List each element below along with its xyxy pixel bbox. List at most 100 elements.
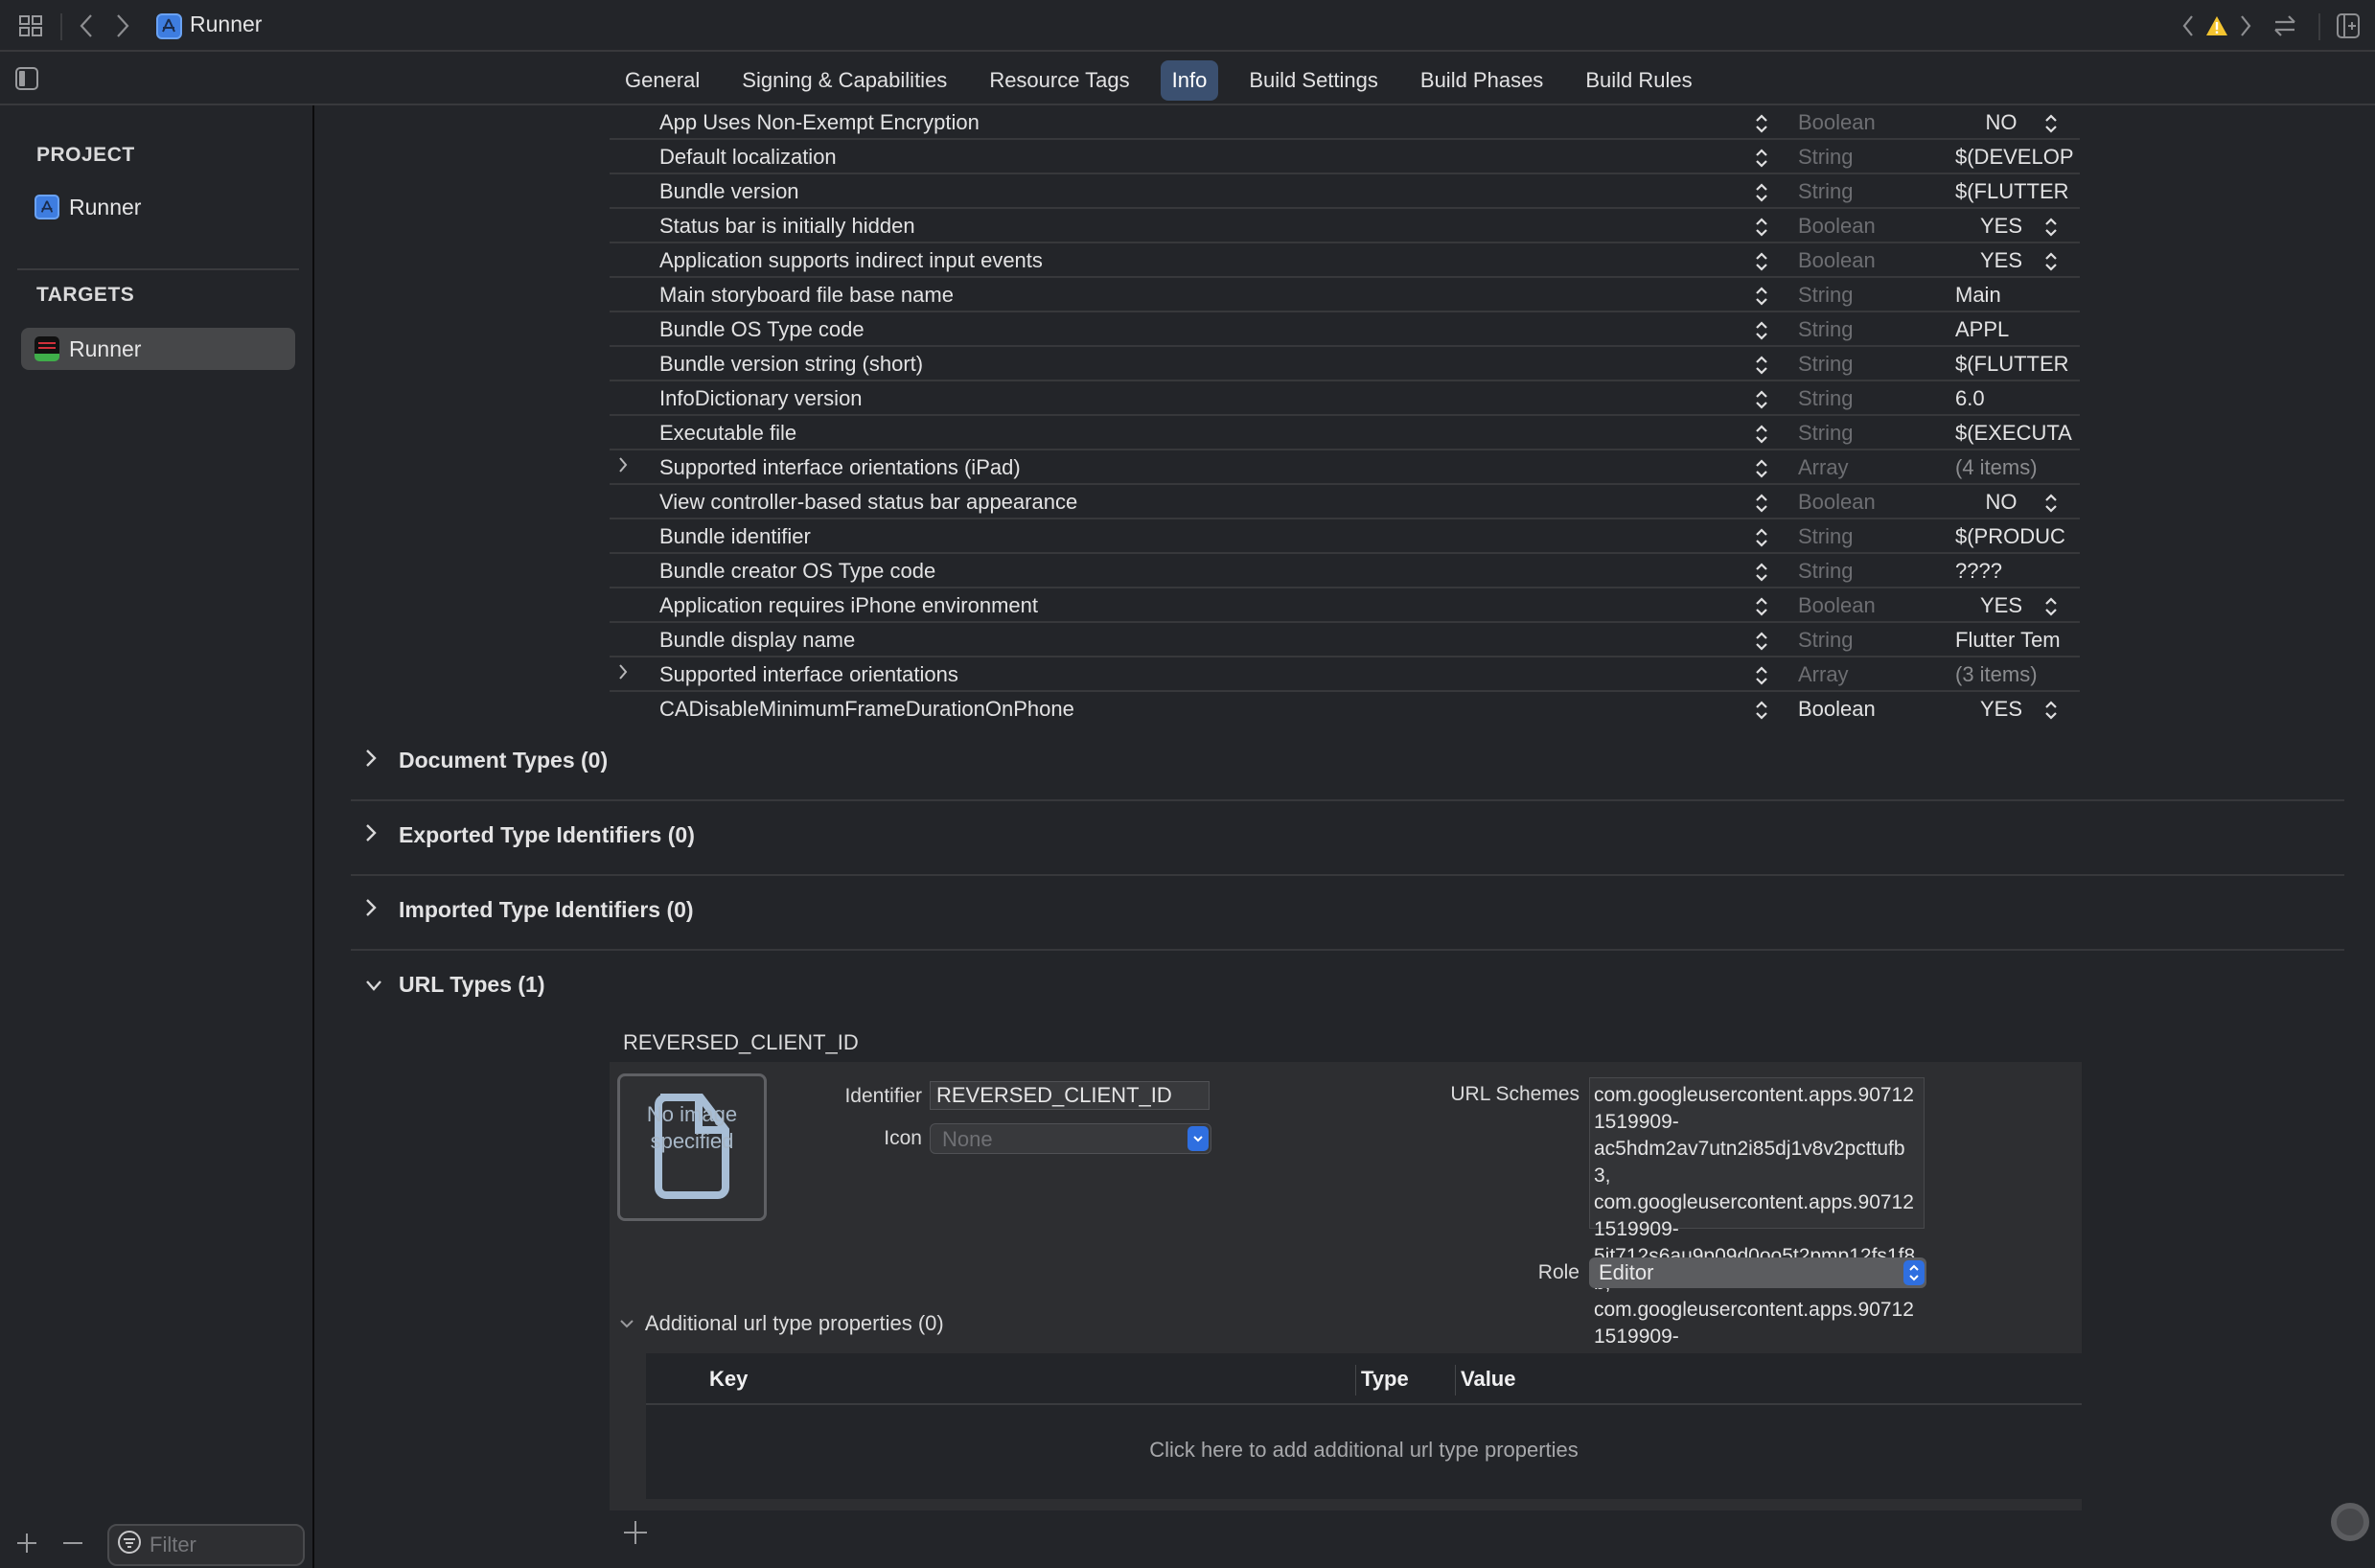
sidebar-toggle-icon[interactable] (12, 54, 42, 104)
plist-value[interactable]: $(PRODUC (1955, 524, 2076, 549)
plist-value[interactable]: $(EXECUTA (1955, 421, 2076, 446)
plist-value[interactable]: YES (1972, 214, 2030, 239)
key-popup-stepper-icon[interactable] (1754, 422, 1773, 447)
plist-key[interactable]: Bundle identifier (659, 524, 811, 549)
plist-value[interactable]: 6.0 (1955, 386, 2076, 411)
plist-value[interactable]: APPL (1955, 317, 2076, 342)
plist-key[interactable]: Default localization (659, 145, 837, 170)
plist-key[interactable]: Executable file (659, 421, 796, 446)
plist-value[interactable]: $(FLUTTER (1955, 179, 2076, 204)
section-document-types[interactable]: Document Types (0) (351, 726, 2344, 801)
tab-build-phases[interactable]: Build Phases (1409, 60, 1555, 101)
plist-value[interactable]: YES (1972, 697, 2030, 722)
key-popup-stepper-icon[interactable] (1754, 111, 1773, 136)
plist-key[interactable]: Bundle version (659, 179, 799, 204)
plist-key[interactable]: Bundle version string (short) (659, 352, 923, 377)
section-imported-type-identifiers[interactable]: Imported Type Identifiers (0) (351, 876, 2344, 951)
section-url-types[interactable]: URL Types (1) (351, 951, 2344, 1026)
key-popup-stepper-icon[interactable] (1754, 249, 1773, 274)
column-value[interactable]: Value (1461, 1367, 1515, 1392)
plist-type[interactable]: String (1798, 628, 1853, 653)
chevron-right-icon[interactable] (617, 661, 636, 688)
chevron-down-icon[interactable] (1188, 1126, 1209, 1151)
tab-build-settings[interactable]: Build Settings (1237, 60, 1390, 101)
plist-row[interactable]: Application requires iPhone environment B… (610, 588, 2080, 623)
plist-type[interactable]: String (1798, 179, 1853, 204)
plist-type[interactable]: String (1798, 145, 1853, 170)
chevron-right-icon[interactable] (364, 748, 383, 774)
plist-type[interactable]: Array (1798, 662, 1849, 687)
plist-type[interactable]: String (1798, 283, 1853, 308)
url-schemes-field[interactable]: com.googleusercontent.apps.907121519909-… (1589, 1077, 1925, 1374)
warning-icon[interactable] (2202, 0, 2231, 52)
plist-type[interactable]: Boolean (1798, 697, 1876, 722)
key-popup-stepper-icon[interactable] (1754, 698, 1773, 723)
url-type-image-well[interactable]: No image specified (617, 1073, 767, 1221)
plist-type[interactable]: Array (1798, 455, 1849, 480)
identifier-input[interactable] (930, 1081, 1210, 1110)
key-popup-stepper-icon[interactable] (1754, 525, 1773, 550)
tab-resource-tags[interactable]: Resource Tags (978, 60, 1141, 101)
chevron-right-icon[interactable] (364, 822, 383, 849)
plist-row[interactable]: Bundle OS Type code String APPL (610, 312, 2080, 347)
plist-type[interactable]: String (1798, 352, 1853, 377)
back-icon[interactable] (73, 0, 100, 52)
key-popup-stepper-icon[interactable] (1754, 353, 1773, 378)
plist-type[interactable]: Boolean (1798, 593, 1876, 618)
swap-icon[interactable] (2268, 0, 2302, 52)
plist-key[interactable]: Main storyboard file base name (659, 283, 954, 308)
plist-row[interactable]: Bundle display name String Flutter Tem (610, 623, 2080, 657)
plist-row[interactable]: Executable file String $(EXECUTA (610, 416, 2080, 450)
plist-value[interactable]: $(FLUTTER (1955, 352, 2076, 377)
plist-row[interactable]: InfoDictionary version String 6.0 (610, 381, 2080, 416)
plist-type[interactable]: Boolean (1798, 110, 1876, 135)
filter-field[interactable] (107, 1524, 305, 1566)
key-popup-stepper-icon[interactable] (1754, 491, 1773, 516)
icon-select[interactable]: None (930, 1123, 1211, 1154)
plist-row[interactable]: Status bar is initially hidden Boolean YES (610, 209, 2080, 243)
plist-key[interactable]: Status bar is initially hidden (659, 214, 915, 239)
grid-icon[interactable] (13, 0, 48, 52)
plist-key[interactable]: App Uses Non-Exempt Encryption (659, 110, 980, 135)
plist-row[interactable]: View controller-based status bar appeara… (610, 485, 2080, 519)
remove-target-icon[interactable] (59, 1518, 86, 1568)
boolean-stepper-icon[interactable] (2043, 698, 2063, 723)
plist-key[interactable]: Bundle display name (659, 628, 855, 653)
additional-properties-toggle[interactable]: Additional url type properties (0) (619, 1311, 944, 1336)
plist-row[interactable]: Bundle version string (short) String $(FLU… (610, 347, 2080, 381)
boolean-stepper-icon[interactable] (2043, 491, 2063, 516)
forward-icon[interactable] (109, 0, 136, 52)
plist-key[interactable]: Application requires iPhone environment (659, 593, 1038, 618)
updown-chevron-icon[interactable] (1903, 1260, 1925, 1285)
next-issue-icon[interactable] (2233, 0, 2258, 52)
tab-info[interactable]: Info (1160, 60, 1219, 101)
key-popup-stepper-icon[interactable] (1754, 663, 1773, 688)
plist-row[interactable]: Default localization String $(DEVELOP (610, 140, 2080, 174)
plist-row[interactable]: CADisableMinimumFrameDurationOnPhone Bool… (610, 692, 2080, 726)
boolean-stepper-icon[interactable] (2043, 594, 2063, 619)
boolean-stepper-icon[interactable] (2043, 111, 2063, 136)
plist-key[interactable]: Supported interface orientations (iPad) (659, 455, 1021, 480)
plist-value[interactable]: (4 items) (1955, 455, 2076, 480)
scroll-indicator[interactable] (2331, 1503, 2369, 1541)
plist-type[interactable]: String (1798, 524, 1853, 549)
plist-type[interactable]: Boolean (1798, 248, 1876, 273)
plist-value[interactable]: NO (1972, 110, 2030, 135)
plist-type[interactable]: String (1798, 317, 1853, 342)
chevron-down-icon[interactable] (619, 1311, 640, 1336)
plist-value[interactable]: Flutter Tem (1955, 628, 2076, 653)
boolean-stepper-icon[interactable] (2043, 215, 2063, 240)
plist-key[interactable]: Supported interface orientations (659, 662, 958, 687)
column-type[interactable]: Type (1361, 1367, 1409, 1392)
plist-row[interactable]: Supported interface orientations (iPad) A… (610, 450, 2080, 485)
plist-type[interactable]: String (1798, 559, 1853, 584)
plist-value[interactable]: ???? (1955, 559, 2076, 584)
plist-key[interactable]: Bundle creator OS Type code (659, 559, 935, 584)
plist-value[interactable]: Main (1955, 283, 2076, 308)
key-popup-stepper-icon[interactable] (1754, 594, 1773, 619)
plist-row[interactable]: Supported interface orientations Array (3 … (610, 657, 2080, 692)
plist-row[interactable]: Bundle creator OS Type code String???? (610, 554, 2080, 588)
key-popup-stepper-icon[interactable] (1754, 456, 1773, 481)
column-key[interactable]: Key (709, 1367, 748, 1392)
tab-signing-capabilities[interactable]: Signing & Capabilities (730, 60, 958, 101)
